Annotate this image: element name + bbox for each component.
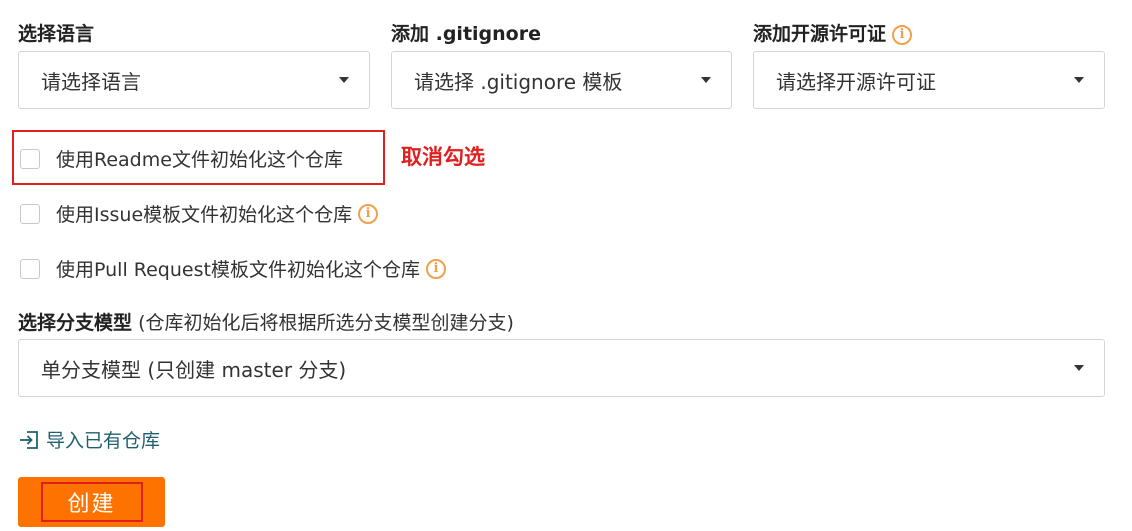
gitignore-select-value: 请选择 .gitignore 模板 <box>414 69 623 94</box>
chevron-down-icon <box>1074 77 1084 83</box>
import-repo-link[interactable]: 导入已有仓库 <box>18 426 160 453</box>
gitignore-select[interactable]: 请选择 .gitignore 模板 <box>391 51 732 109</box>
pr-template-checkbox-label: 使用Pull Request模板文件初始化这个仓库 <box>56 259 420 281</box>
create-button[interactable]: 创建 <box>18 477 165 527</box>
annotation-text: 取消勾选 <box>401 145 485 169</box>
chevron-down-icon <box>1074 365 1084 371</box>
branch-model-hint: (仓库初始化后将根据所选分支模型创建分支) <box>138 312 514 334</box>
info-icon[interactable]: i <box>425 258 446 279</box>
pr-template-checkbox[interactable] <box>20 258 40 279</box>
gitignore-label: 添加 .gitignore <box>391 23 541 45</box>
license-label: 添加开源许可证 <box>753 23 887 45</box>
branch-model-label: 选择分支模型 <box>18 312 133 334</box>
info-icon[interactable]: i <box>358 203 379 224</box>
license-select-value: 请选择开源许可证 <box>776 69 936 94</box>
license-select[interactable]: 请选择开源许可证 <box>753 51 1105 109</box>
license-label-group: 添加开源许可证 i <box>753 19 913 46</box>
language-select-value: 请选择语言 <box>41 69 141 94</box>
branch-model-select-value: 单分支模型 (只创建 master 分支) <box>41 357 347 382</box>
annotation-highlight-box <box>12 130 385 185</box>
chevron-down-icon <box>701 77 711 83</box>
language-label: 选择语言 <box>18 23 95 45</box>
branch-model-select[interactable]: 单分支模型 (只创建 master 分支) <box>18 339 1105 397</box>
issue-template-checkbox[interactable] <box>20 203 40 224</box>
language-select[interactable]: 请选择语言 <box>18 51 370 109</box>
branch-model-label-group: 选择分支模型 (仓库初始化后将根据所选分支模型创建分支) <box>18 308 514 335</box>
info-icon[interactable]: i <box>892 24 913 45</box>
pr-template-checkbox-row[interactable]: 使用Pull Request模板文件初始化这个仓库 i <box>20 255 446 282</box>
import-icon <box>20 430 38 449</box>
chevron-down-icon <box>339 77 349 83</box>
issue-template-checkbox-label: 使用Issue模板文件初始化这个仓库 <box>56 204 353 226</box>
create-button-label: 创建 <box>40 482 143 522</box>
issue-template-checkbox-row[interactable]: 使用Issue模板文件初始化这个仓库 i <box>20 200 379 227</box>
import-repo-label: 导入已有仓库 <box>46 430 161 452</box>
